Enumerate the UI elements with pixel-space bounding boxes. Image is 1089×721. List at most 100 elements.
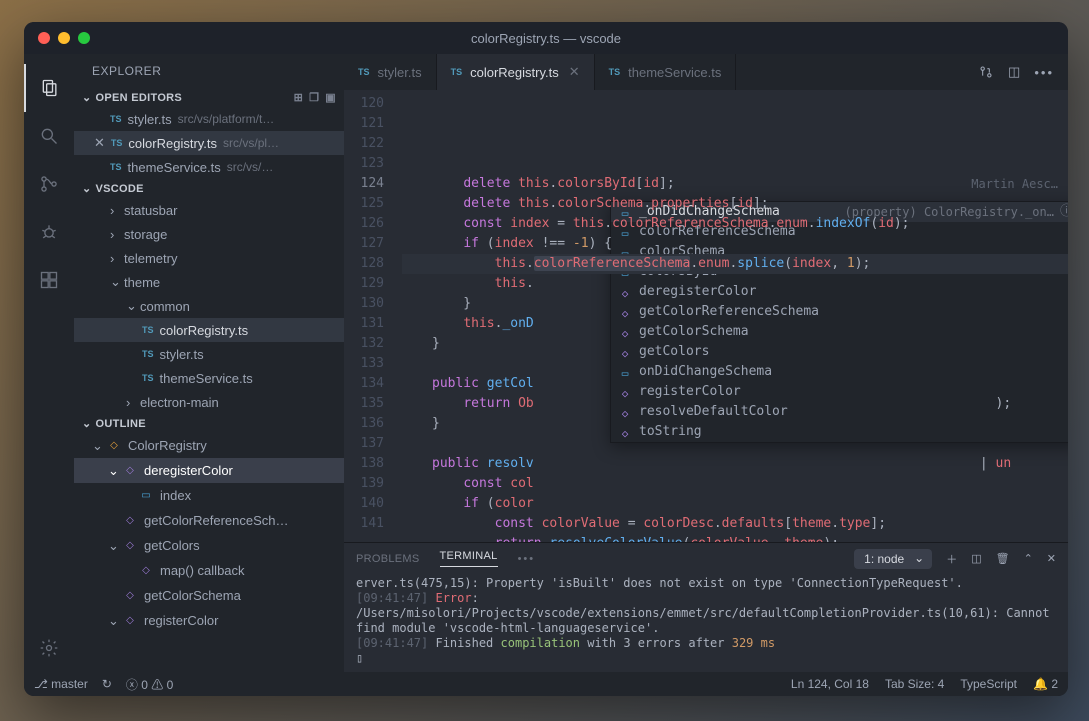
new-file-icon[interactable]: ⊞: [294, 91, 304, 104]
line-number[interactable]: 121: [344, 114, 384, 134]
code-line[interactable]: }: [402, 334, 1068, 354]
outline-item[interactable]: ⌄◇deregisterColor: [74, 458, 344, 483]
code-line[interactable]: this.: [402, 274, 1068, 294]
code-line[interactable]: delete this.colorSchema.properties[id];: [402, 194, 1068, 214]
open-editor-item[interactable]: TSthemeService.tssrc/vs/…: [74, 155, 344, 179]
code-line[interactable]: if (index !== -1) {: [402, 234, 1068, 254]
debug-activity-icon[interactable]: [24, 208, 74, 256]
editor-tab[interactable]: TSstyler.ts: [344, 54, 437, 90]
split-terminal-icon[interactable]: ◫: [971, 552, 981, 565]
line-number[interactable]: 123: [344, 154, 384, 174]
code-line[interactable]: public getCol: [402, 374, 1068, 394]
problems-status[interactable]: ⓧ 0 ⚠ 0: [126, 676, 173, 693]
line-number[interactable]: 126: [344, 214, 384, 234]
tabsize-status[interactable]: Tab Size: 4: [885, 677, 944, 691]
close-editor-icon[interactable]: ✕: [94, 135, 105, 151]
new-terminal-icon[interactable]: ＋: [946, 551, 957, 567]
more-actions-icon[interactable]: •••: [1034, 65, 1054, 80]
terminal-output[interactable]: erver.ts(475,15): Property 'isBuilt' doe…: [344, 574, 1068, 672]
outline-item[interactable]: ⌄◇getColors: [74, 533, 344, 558]
code-line[interactable]: if (color: [402, 494, 1068, 514]
code-line[interactable]: return Ob );: [402, 394, 1068, 414]
close-panel-icon[interactable]: ✕: [1047, 552, 1056, 565]
line-number[interactable]: 137: [344, 434, 384, 454]
line-number[interactable]: 138: [344, 454, 384, 474]
code-line[interactable]: }: [402, 414, 1068, 434]
file-item[interactable]: TScolorRegistry.ts: [74, 318, 344, 342]
open-editor-item[interactable]: TSstyler.tssrc/vs/platform/t…: [74, 107, 344, 131]
kill-terminal-icon[interactable]: 🗑: [996, 552, 1010, 565]
line-number[interactable]: 139: [344, 474, 384, 494]
save-all-icon[interactable]: ❐: [309, 91, 319, 104]
file-item[interactable]: TSstyler.ts: [74, 342, 344, 366]
scm-activity-icon[interactable]: [24, 160, 74, 208]
code-line[interactable]: const colorValue = colorDesc.defaults[th…: [402, 514, 1068, 534]
close-all-icon[interactable]: ▣: [325, 91, 336, 104]
line-number[interactable]: 129: [344, 274, 384, 294]
split-editor-icon[interactable]: ◫: [1008, 64, 1020, 80]
line-number[interactable]: 127: [344, 234, 384, 254]
line-number[interactable]: 133: [344, 354, 384, 374]
open-editor-item[interactable]: ✕TScolorRegistry.tssrc/vs/pl…: [74, 131, 344, 155]
terminal-selector-dropdown[interactable]: 1: node: [854, 549, 932, 569]
workspace-header[interactable]: ⌄ VSCODE: [74, 179, 344, 198]
code-content[interactable]: Martin Aesc… ▭_onDidChangeSchema(propert…: [402, 90, 1068, 542]
folder-item[interactable]: ⌄theme: [74, 270, 344, 294]
folder-item[interactable]: ›telemetry: [74, 246, 344, 270]
code-line[interactable]: }: [402, 294, 1068, 314]
sync-status-icon[interactable]: ↻: [102, 677, 112, 691]
outline-item[interactable]: ◇map() callback: [74, 558, 344, 583]
outline-item[interactable]: ▭index: [74, 483, 344, 508]
outline-item[interactable]: ⌄◇registerColor: [74, 608, 344, 633]
problems-tab[interactable]: PROBLEMS: [356, 553, 420, 565]
line-number[interactable]: 124: [344, 174, 384, 194]
folder-item[interactable]: ⌄common: [74, 294, 344, 318]
code-line[interactable]: [402, 434, 1068, 454]
settings-activity-icon[interactable]: [24, 624, 74, 672]
code-editor[interactable]: 1201211221231241251261271281291301311321…: [344, 90, 1068, 542]
folder-item[interactable]: ›storage: [74, 222, 344, 246]
line-number[interactable]: 140: [344, 494, 384, 514]
code-line[interactable]: delete this.colorsById[id];: [402, 174, 1068, 194]
line-number[interactable]: 135: [344, 394, 384, 414]
notifications-status[interactable]: 🔔 2: [1033, 677, 1058, 691]
file-item[interactable]: TSthemeService.ts: [74, 366, 344, 390]
cursor-position-status[interactable]: Ln 124, Col 18: [791, 677, 869, 691]
search-activity-icon[interactable]: [24, 112, 74, 160]
line-number[interactable]: 120: [344, 94, 384, 114]
branch-status[interactable]: ⎇ master: [34, 677, 88, 691]
code-line[interactable]: this._onD: [402, 314, 1068, 334]
maximize-panel-icon[interactable]: ⌃: [1024, 552, 1033, 565]
line-number[interactable]: 134: [344, 374, 384, 394]
line-number[interactable]: 122: [344, 134, 384, 154]
folder-item[interactable]: ›statusbar: [74, 198, 344, 222]
code-line[interactable]: public resolv | un: [402, 454, 1068, 474]
more-panel-icon[interactable]: •••: [518, 553, 536, 565]
close-tab-icon[interactable]: ✕: [569, 64, 580, 80]
line-number[interactable]: 131: [344, 314, 384, 334]
code-line[interactable]: this.colorReferenceSchema.enum.splice(in…: [402, 254, 1068, 274]
code-line[interactable]: return resolveColorValue(colorValue, the…: [402, 534, 1068, 542]
compare-changes-icon[interactable]: [978, 64, 994, 80]
outline-item[interactable]: ◇getColorReferenceSch…: [74, 508, 344, 533]
editor-tab[interactable]: TScolorRegistry.ts✕: [437, 54, 595, 90]
line-number[interactable]: 136: [344, 414, 384, 434]
terminal-tab[interactable]: TERMINAL: [440, 550, 498, 567]
code-line[interactable]: const index = this.colorReferenceSchema.…: [402, 214, 1068, 234]
outline-item[interactable]: ◇getColorSchema: [74, 583, 344, 608]
code-line[interactable]: [402, 354, 1068, 374]
line-number[interactable]: 128: [344, 254, 384, 274]
line-number[interactable]: 130: [344, 294, 384, 314]
folder-item[interactable]: ›electron-main: [74, 390, 344, 414]
line-number[interactable]: 141: [344, 514, 384, 534]
editor-tab[interactable]: TSthemeService.ts: [595, 54, 737, 90]
language-status[interactable]: TypeScript: [960, 677, 1017, 691]
line-number[interactable]: 125: [344, 194, 384, 214]
extensions-activity-icon[interactable]: [24, 256, 74, 304]
outline-header[interactable]: ⌄ OUTLINE: [74, 414, 344, 433]
explorer-activity-icon[interactable]: [24, 64, 74, 112]
open-editors-header[interactable]: ⌄ OPEN EDITORS ⊞ ❐ ▣: [74, 88, 344, 107]
outline-item[interactable]: ⌄◇ColorRegistry: [74, 433, 344, 458]
code-line[interactable]: const col: [402, 474, 1068, 494]
line-number[interactable]: 132: [344, 334, 384, 354]
